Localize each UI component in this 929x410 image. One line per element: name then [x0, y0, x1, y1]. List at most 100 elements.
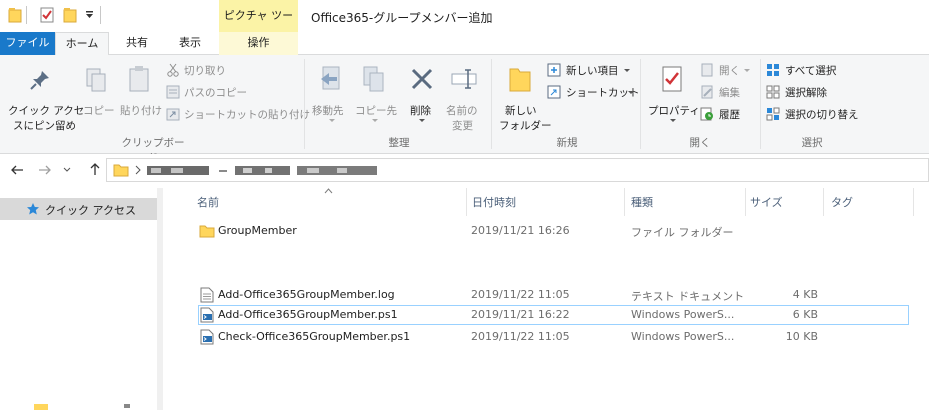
file-date: 2019/11/21 16:26	[471, 224, 570, 237]
shortcut-icon	[547, 85, 561, 99]
new-item-button[interactable]: 新しい項目	[547, 62, 637, 80]
column-header-size[interactable]: サイズ	[750, 194, 783, 210]
group-divider	[760, 59, 761, 149]
column-divider[interactable]	[624, 188, 625, 216]
chevron-down-icon	[419, 119, 425, 122]
new-folder-label-line2: フォルダー	[499, 120, 552, 132]
file-type: テキスト ドキュメント	[631, 290, 745, 303]
edit-button[interactable]: 編集	[700, 84, 755, 102]
group-divider	[640, 59, 641, 149]
tab-share[interactable]: 共有	[112, 32, 162, 55]
new-folder-icon	[507, 65, 533, 95]
rename-label-line1: 名前の	[446, 105, 478, 117]
open-label: 開く	[719, 65, 740, 77]
file-date: 2019/11/22 11:05	[471, 330, 570, 343]
open-button[interactable]: 開く	[700, 62, 755, 80]
navigation-pane: クイック アクセス	[0, 188, 160, 410]
address-bar[interactable]	[106, 158, 929, 182]
select-all-button[interactable]: すべて選択	[766, 62, 876, 80]
invert-selection-label: 選択の切り替え	[785, 109, 859, 121]
tab-home[interactable]: ホーム	[55, 32, 109, 56]
move-to-label: 移動先	[312, 105, 344, 117]
back-arrow-icon[interactable]	[10, 163, 24, 177]
properties-icon	[661, 65, 683, 93]
organize-group-label: 整理	[388, 137, 410, 149]
copy-button[interactable]: コピー	[80, 61, 115, 121]
file-date: 2019/11/21 16:22	[471, 308, 570, 321]
delete-x-icon	[410, 67, 434, 91]
column-header-type[interactable]: 種類	[631, 194, 653, 210]
column-header-name[interactable]: 名前	[197, 194, 219, 210]
file-row-ps1[interactable]: Add-Office365GroupMember.ps1 2019/11/21 …	[198, 305, 909, 325]
chevron-down-icon	[329, 119, 335, 122]
new-item-icon	[547, 63, 561, 77]
new-folder-qat-icon[interactable]	[63, 7, 77, 23]
chevron-down-icon	[624, 69, 630, 72]
tab-file[interactable]: ファイル	[0, 32, 55, 55]
select-all-icon	[766, 63, 780, 77]
delete-button[interactable]: 削除	[403, 61, 441, 135]
select-group-label: 選択	[801, 137, 823, 149]
forward-arrow-icon[interactable]	[38, 163, 52, 177]
qat-dropdown-icon[interactable]	[85, 10, 94, 19]
file-type: ファイル フォルダー	[631, 226, 734, 239]
edit-label: 編集	[719, 87, 740, 99]
sort-ascending-icon	[324, 188, 333, 194]
folder-icon	[34, 402, 48, 410]
paste-label: 貼り付け	[120, 105, 162, 117]
chevron-down-icon	[670, 119, 676, 122]
rename-button[interactable]: 名前の 変更	[443, 61, 485, 135]
copy-to-icon	[362, 65, 386, 95]
paste-button[interactable]: 貼り付け	[117, 61, 162, 121]
copy-path-icon	[166, 85, 180, 99]
invert-selection-button[interactable]: 選択の切り替え	[766, 106, 886, 124]
properties-check-icon[interactable]	[40, 7, 54, 23]
move-to-icon	[319, 65, 343, 95]
file-name: Add-Office365GroupMember.log	[218, 288, 395, 301]
ribbon: クイック アクセ スにピン留め コピー 貼り付け 切り取り パスのコピー ショー…	[0, 55, 929, 164]
column-divider[interactable]	[913, 188, 914, 216]
column-header-date[interactable]: 日付時刻	[472, 194, 516, 210]
up-arrow-icon[interactable]	[88, 162, 102, 176]
file-name: GroupMember	[218, 224, 297, 237]
rename-label-line2: 変更	[452, 120, 473, 132]
nav-item-quick-access[interactable]: クイック アクセス	[0, 198, 158, 220]
easy-access-shortcut-button[interactable]: ショートカット	[547, 84, 640, 102]
select-none-button[interactable]: 選択解除	[766, 84, 876, 102]
folder-icon	[113, 162, 129, 178]
history-icon	[700, 107, 714, 121]
history-button[interactable]: 履歴	[700, 106, 755, 124]
tab-view[interactable]: 表示	[164, 32, 216, 55]
title-bar: ピクチャ ツール Office365-グループメンバー追加	[0, 0, 929, 54]
invert-selection-icon	[766, 107, 780, 121]
history-label: 履歴	[719, 109, 740, 121]
text-file-icon	[200, 287, 214, 303]
column-divider[interactable]	[466, 188, 467, 216]
group-divider	[304, 59, 305, 149]
pane-splitter[interactable]	[160, 188, 163, 410]
column-divider[interactable]	[823, 188, 824, 216]
file-row-folder[interactable]: GroupMember 2019/11/21 16:26 ファイル フォルダー	[198, 221, 909, 241]
rename-icon	[451, 69, 477, 89]
paste-shortcut-icon	[166, 107, 180, 121]
paste-shortcut-label: ショートカットの貼り付け	[184, 109, 310, 121]
pin-quick-access-button[interactable]: クイック アクセ スにピン留め	[5, 61, 84, 135]
column-header-tags[interactable]: タグ	[831, 194, 853, 210]
tab-manage[interactable]: 操作	[219, 32, 298, 55]
new-item-label: 新しい項目	[566, 65, 619, 77]
file-size: 6 KB	[792, 308, 818, 321]
file-row-log[interactable]: Add-Office365GroupMember.log 2019/11/22 …	[198, 285, 909, 305]
copy-to-button[interactable]: コピー先	[354, 61, 397, 135]
breadcrumb-redacted-path[interactable]	[147, 166, 382, 176]
column-divider[interactable]	[745, 188, 746, 216]
address-row	[0, 154, 929, 188]
new-folder-button[interactable]: 新しい フォルダー	[496, 61, 552, 135]
properties-button[interactable]: プロパティ	[645, 61, 700, 135]
select-none-icon	[766, 85, 780, 99]
recent-locations-chevron-icon[interactable]	[63, 167, 71, 173]
powershell-file-icon	[200, 329, 214, 345]
file-list: 名前 日付時刻 種類 サイズ タグ GroupMember 2019/11/21…	[160, 188, 929, 410]
move-to-button[interactable]: 移動先	[309, 61, 355, 135]
chevron-down-icon	[372, 119, 378, 122]
file-row-ps1[interactable]: Check-Office365GroupMember.ps1 2019/11/2…	[198, 327, 909, 347]
